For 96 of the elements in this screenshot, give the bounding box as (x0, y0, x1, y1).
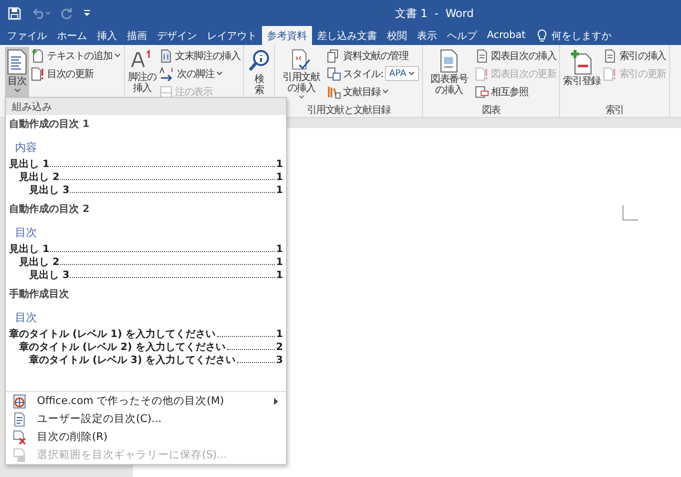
window-title: 文書 1 - Word (395, 6, 474, 21)
ribbon-tab[interactable]: 差し込み文書 (312, 26, 382, 45)
globe-document-icon (12, 394, 27, 408)
ribbon-tab[interactable]: 挿入 (92, 26, 122, 45)
ribbon-tab[interactable]: ファイル (2, 26, 52, 45)
books-icon (327, 84, 342, 98)
group-label: 図表 (480, 104, 502, 117)
undo-icon (31, 7, 51, 19)
document-save-icon (12, 448, 27, 462)
group-label: 索引 (604, 104, 625, 117)
ribbon-button[interactable]: 文末脚注の挿入 (158, 47, 242, 64)
document-exclamation-icon (475, 66, 490, 80)
ribbon-tab[interactable]: ホーム (52, 26, 92, 45)
ribbon-tab[interactable]: 参考資料 (262, 26, 312, 45)
page-number: 1 (276, 244, 283, 255)
caret-icon (14, 88, 20, 93)
ribbon-tab[interactable]: 校閲 (382, 26, 412, 45)
menu-item[interactable]: Office.com で作ったその他の目次(M) (6, 392, 286, 410)
document-plus-icon (31, 48, 45, 62)
caret-icon (408, 71, 416, 76)
caret-icon (382, 89, 390, 94)
toc-heading: 目次 (14, 225, 38, 241)
toc-entry-text: 見出し 1 (9, 159, 50, 170)
ribbon-tab[interactable]: デザイン (152, 26, 202, 45)
toc-style-title: 手動作成目次 (9, 288, 70, 301)
customize-caret-icon (83, 9, 91, 17)
document-exclamation-icon (31, 66, 45, 80)
page-number: 1 (276, 270, 283, 281)
document-bracket-icon (159, 48, 174, 62)
document-exclamation-icon (603, 66, 618, 80)
ribbon-button[interactable]: テキストの追加 (30, 47, 122, 64)
document-lines-icon (475, 48, 490, 62)
ribbon-button[interactable]: 脚注の挿入 (127, 47, 158, 101)
page-number: 3 (276, 355, 283, 366)
tell-me-button[interactable]: 何をしますか (530, 26, 612, 45)
toc-entry-text: 章のタイトル (レベル 1) を入力してください (9, 329, 216, 340)
toolbar-button[interactable] (83, 9, 91, 17)
group-label: 引用文献と文献目録 (306, 104, 392, 117)
toc-style-title: 自動作成の目次 1 (9, 118, 90, 131)
page-number: 1 (276, 185, 283, 196)
toc-gallery-item[interactable]: 自動作成の目次 2 目次 見出し 1 1 見出し 2 1 見出し 3 1 (6, 200, 286, 285)
page-number: 1 (276, 172, 283, 183)
style-dropdown[interactable]: APA (385, 66, 420, 81)
ribbon-tab[interactable]: 表示 (412, 26, 442, 45)
document-list-icon (6, 49, 28, 75)
document-lines-icon (12, 412, 27, 426)
page-number: 2 (276, 342, 283, 353)
caret-icon (298, 94, 305, 99)
toc-entry-text: 見出し 2 (19, 172, 60, 183)
toc-gallery-item[interactable]: 手動作成目次 目次 章のタイトル (レベル 1) を入力してください 1 章のタイトル (レベル 2) を入力してください 2 章のタイトル (レベル 3) を入力してください 3 (6, 285, 286, 370)
style-label: スタイル: (343, 68, 384, 80)
toc-entry-text: 章のタイトル (レベル 2) を入力してください (19, 342, 226, 353)
ribbon-tab[interactable]: Acrobat (482, 26, 531, 45)
cross-reference-icon (475, 84, 490, 98)
toc-entry-text: 見出し 3 (29, 185, 70, 196)
toc-style-title: 自動作成の目次 2 (9, 202, 90, 216)
margin-corner-mark (622, 205, 638, 221)
ribbon-tab[interactable]: ヘルプ (442, 26, 482, 45)
search-icon (247, 49, 272, 73)
lightbulb-icon (536, 29, 547, 42)
ribbon-button[interactable]: 資料文献の管理 (326, 47, 420, 64)
page-number: 1 (276, 329, 283, 340)
menu-item[interactable]: 目次の削除(R) (6, 428, 286, 446)
toc-heading: 目次 (14, 310, 38, 326)
ribbon-button[interactable]: 図表番号の挿入 (425, 47, 474, 101)
page-number: 1 (276, 159, 283, 170)
ribbon-button[interactable]: 文献目録 (326, 83, 420, 100)
arrow-text-icon (159, 66, 176, 80)
toc-gallery-item[interactable]: 自動作成の目次 1 内容 見出し 1 1 見出し 2 1 見出し 3 1 (6, 115, 286, 200)
page-number: 1 (276, 257, 283, 268)
save-icon (8, 6, 21, 20)
toc-heading: 内容 (14, 140, 38, 156)
ribbon-tab[interactable]: レイアウト (202, 26, 262, 45)
ribbon-button[interactable]: 索引登録 (562, 47, 602, 101)
toc-entry-text: 見出し 1 (9, 244, 50, 255)
toc-entry-text: 見出し 2 (19, 257, 60, 268)
document-style-icon (327, 66, 342, 80)
caret-icon (114, 53, 122, 58)
ribbon-button[interactable]: 次の脚注 (158, 65, 242, 82)
ribbon-button[interactable]: 引用文献の挿入 (277, 47, 326, 101)
document-lines-icon (603, 48, 618, 62)
caret-icon (216, 71, 224, 76)
gallery-header: 組み込み (6, 98, 286, 115)
submenu-arrow-icon (274, 398, 278, 404)
ribbon-button[interactable]: 索引の挿入 (602, 47, 667, 64)
document-picture-icon (439, 49, 460, 73)
ribbon-button[interactable]: 図表目次の挿入 (474, 47, 558, 64)
ribbon-button[interactable]: 目次の更新 (30, 65, 122, 82)
ribbon-button[interactable]: 検索 (246, 47, 272, 101)
ribbon-tab[interactable]: 描画 (122, 26, 152, 45)
toc-entry-text: 章のタイトル (レベル 3) を入力してください (29, 355, 236, 366)
redo-icon (61, 7, 73, 19)
menu-item[interactable]: ユーザー設定の目次(C)... (6, 410, 286, 428)
toc-entry-text: 見出し 3 (29, 270, 70, 281)
document-delete-icon (12, 430, 27, 444)
ribbon-button[interactable]: 相互参照 (474, 83, 558, 100)
